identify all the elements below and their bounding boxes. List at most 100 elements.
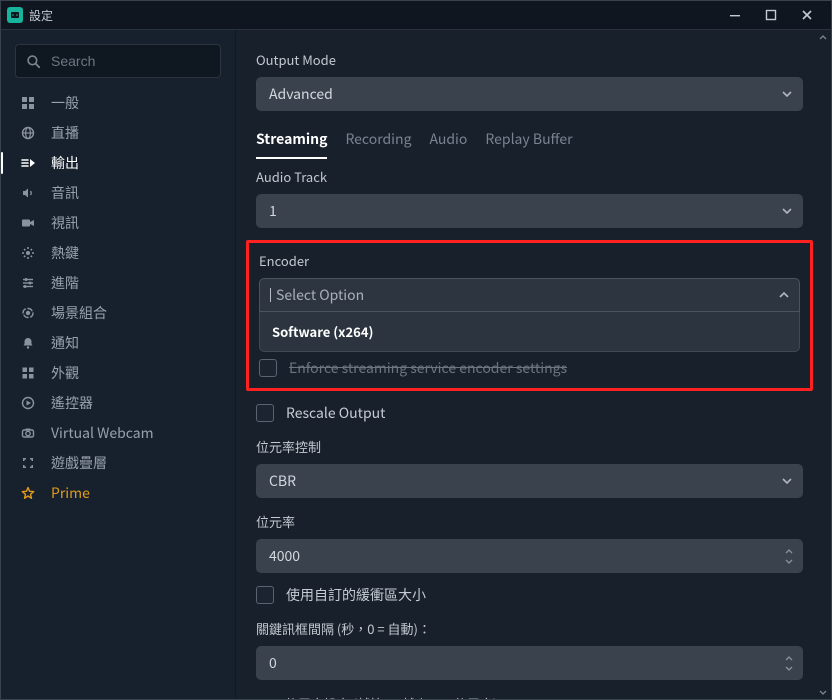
output-mode-label: Output Mode <box>256 50 803 69</box>
spin-down-icon[interactable] <box>780 663 798 673</box>
search-input[interactable] <box>49 52 234 70</box>
encoder-option-x264[interactable]: Software (x264) <box>260 312 799 351</box>
encoder-placeholder: Select Option <box>276 285 364 305</box>
output-mode-value: Advanced <box>269 84 333 104</box>
bitrate-input[interactable]: 4000 <box>256 539 803 573</box>
sidebar-item-prime[interactable]: Prime <box>1 478 235 508</box>
sidebar-item-label: 熱鍵 <box>51 243 79 263</box>
search-input-wrap[interactable] <box>15 44 221 78</box>
app-icon <box>7 7 23 23</box>
rate-control-select[interactable]: CBR <box>256 464 803 498</box>
sidebar-item-label: Prime <box>51 483 90 503</box>
rescale-checkbox[interactable] <box>256 404 274 422</box>
keyint-input[interactable]: 0 <box>256 646 803 680</box>
sidebar-item-video[interactable]: 視訊 <box>1 208 235 238</box>
sidebar-item-label: 一般 <box>51 93 79 113</box>
scrollbar-track[interactable] <box>820 44 826 685</box>
sidebar-item-label: 遙控器 <box>51 393 93 413</box>
sidebar-item-label: 遊戲疊層 <box>51 453 107 473</box>
bitrate-label: 位元率 <box>256 512 803 531</box>
encoder-dropdown: Software (x264) <box>259 312 800 352</box>
search-icon <box>26 54 41 69</box>
overlay-icon <box>19 456 37 470</box>
chevron-up-icon <box>779 292 789 298</box>
output-icon <box>19 156 37 170</box>
sidebar-item-label: 直播 <box>51 123 79 143</box>
enforce-row: Enforce streaming service encoder settin… <box>259 358 800 378</box>
scene-icon <box>19 306 37 320</box>
sidebar-item-label: 場景組合 <box>51 303 107 323</box>
sidebar-item-general[interactable]: 一般 <box>1 88 235 118</box>
rate-control-value: CBR <box>269 471 296 491</box>
sidebar-item-scene-collections[interactable]: 場景組合 <box>1 298 235 328</box>
gear-icon <box>19 246 37 260</box>
sidebar-item-label: 視訊 <box>51 213 79 233</box>
rescale-label: Rescale Output <box>286 403 385 423</box>
spin-up-icon[interactable] <box>780 653 798 663</box>
bitrate-value: 4000 <box>269 546 300 566</box>
camera-icon <box>19 426 37 440</box>
video-icon <box>19 216 37 230</box>
sidebar-item-label: Virtual Webcam <box>51 423 154 443</box>
chevron-down-icon <box>782 91 792 97</box>
output-tabs: Streaming Recording Audio Replay Buffer <box>256 129 803 159</box>
spin-down-icon[interactable] <box>780 556 798 566</box>
keyint-value: 0 <box>269 653 277 673</box>
output-mode-select[interactable]: Advanced <box>256 77 803 111</box>
custom-buffer-label: 使用自訂的緩衝區大小 <box>286 585 426 605</box>
sidebar-item-output[interactable]: 輸出 <box>1 148 235 178</box>
sliders-icon <box>19 276 37 290</box>
sidebar-item-hotkeys[interactable]: 熱鍵 <box>1 238 235 268</box>
audio-track-label: Audio Track <box>256 167 803 186</box>
maximize-button[interactable] <box>753 2 789 29</box>
play-circle-icon <box>19 396 37 410</box>
grid-icon <box>19 96 37 110</box>
scrollbar[interactable] <box>817 30 829 699</box>
sidebar-item-game-overlay[interactable]: 遊戲疊層 <box>1 448 235 478</box>
custom-buffer-row: 使用自訂的緩衝區大小 <box>256 585 803 605</box>
audio-track-value: 1 <box>269 201 277 221</box>
tab-audio[interactable]: Audio <box>429 129 467 159</box>
tab-streaming[interactable]: Streaming <box>256 129 327 159</box>
number-spinner[interactable] <box>780 543 798 569</box>
encoder-select[interactable]: Select Option <box>259 278 800 312</box>
sidebar-item-notifications[interactable]: 通知 <box>1 328 235 358</box>
tab-replay-buffer[interactable]: Replay Buffer <box>485 129 572 159</box>
chevron-down-icon <box>782 478 792 484</box>
sidebar-item-label: 通知 <box>51 333 79 353</box>
globe-icon <box>19 126 37 140</box>
sidebar-item-remote[interactable]: 遙控器 <box>1 388 235 418</box>
chevron-down-icon <box>782 208 792 214</box>
number-spinner[interactable] <box>780 650 798 676</box>
encoder-label: Encoder <box>259 251 800 270</box>
bell-icon <box>19 336 37 350</box>
main-panel: Output Mode Advanced Streaming Recording… <box>236 30 831 699</box>
sidebar-item-audio[interactable]: 音訊 <box>1 178 235 208</box>
tab-recording[interactable]: Recording <box>345 129 411 159</box>
scroll-down-icon[interactable] <box>817 685 829 699</box>
enforce-label: Enforce streaming service encoder settin… <box>289 358 567 378</box>
scroll-up-icon[interactable] <box>817 30 829 44</box>
custom-buffer-checkbox[interactable] <box>256 586 274 604</box>
titlebar: 設定 <box>1 1 831 30</box>
sidebar-item-appearance[interactable]: 外觀 <box>1 358 235 388</box>
speaker-icon <box>19 186 37 200</box>
rescale-row: Rescale Output <box>256 403 803 423</box>
encoder-highlight: Encoder Select Option Software (x264) En… <box>246 240 813 391</box>
sidebar-item-advanced[interactable]: 進階 <box>1 268 235 298</box>
settings-content: Output Mode Advanced Streaming Recording… <box>236 30 831 699</box>
sidebar-item-label: 外觀 <box>51 363 79 383</box>
sidebar-item-label: 進階 <box>51 273 79 293</box>
enforce-checkbox[interactable] <box>259 359 277 377</box>
sidebar-item-label: 音訊 <box>51 183 79 203</box>
sidebar-item-stream[interactable]: 直播 <box>1 118 235 148</box>
keyint-label: 關鍵訊框間隔 (秒，0 = 自動)： <box>256 619 803 638</box>
audio-track-select[interactable]: 1 <box>256 194 803 228</box>
window-title: 設定 <box>29 7 53 24</box>
star-icon <box>19 486 37 500</box>
minimize-button[interactable] <box>717 2 753 29</box>
sidebar-item-virtual-webcam[interactable]: Virtual Webcam <box>1 418 235 448</box>
close-button[interactable] <box>789 2 825 29</box>
spin-up-icon[interactable] <box>780 546 798 556</box>
rate-control-label: 位元率控制 <box>256 437 803 456</box>
